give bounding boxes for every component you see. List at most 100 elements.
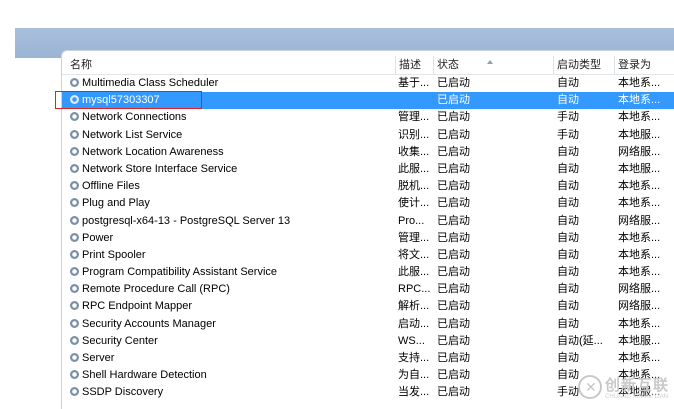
service-status-cell: 已启动 xyxy=(437,352,470,364)
column-header-name[interactable]: 名称 xyxy=(62,56,396,74)
service-name-text: Network List Service xyxy=(82,128,183,141)
service-startup-type-cell: 自动 xyxy=(557,162,579,175)
service-name-cell: Multimedia Class Scheduler xyxy=(70,75,400,92)
service-status-cell: 已启动 xyxy=(437,266,470,279)
service-startup-type-cell: 自动 xyxy=(557,77,579,89)
service-name-text: Remote Procedure Call (RPC) xyxy=(82,283,230,296)
service-name-text: Security Accounts Manager xyxy=(82,317,216,330)
service-logon-cell: 本地系... xyxy=(618,231,661,244)
service-row[interactable]: Network List Service 识别... 已启动 手动 本地服... xyxy=(62,127,674,144)
service-row[interactable]: postgresql-x64-13 - PostgreSQL Server 13… xyxy=(62,213,674,230)
service-startup-type-cell: 自动 xyxy=(557,180,579,193)
service-row[interactable]: Network Store Interface Service 此服... 已启动 自… xyxy=(62,161,674,178)
service-gear-icon xyxy=(70,353,79,362)
service-status-cell: 已启动 xyxy=(437,94,470,107)
service-logon-cell: 本地服... xyxy=(618,162,661,175)
service-status-cell: 已启动 xyxy=(437,145,470,158)
service-name-cell: Network List Service xyxy=(70,127,400,144)
service-startup-type-cell: 自动 xyxy=(557,352,579,364)
service-logon-cell: 本地系... xyxy=(618,111,661,124)
service-name-text: RPC Endpoint Mapper xyxy=(82,300,193,313)
service-status-cell: 已启动 xyxy=(437,248,470,261)
service-name-cell: RPC Endpoint Mapper xyxy=(70,298,400,315)
service-row[interactable]: Print Spooler 将文... 已启动 自动 本地系... xyxy=(62,247,674,264)
service-description-cell: 为自... xyxy=(398,369,430,382)
service-row[interactable]: Server 支持... 已启动 自动 本地系... xyxy=(62,350,674,367)
service-row[interactable]: Security Center WS... 已启动 自动(延... 本地服... xyxy=(62,333,674,350)
watermark: ✕ 创新互联 CHUANG XIN HU LIAN xyxy=(578,373,674,405)
service-status-cell: 已启动 xyxy=(437,214,470,227)
window-top-strip xyxy=(0,0,674,28)
service-logon-cell: 本地系... xyxy=(618,248,661,261)
service-row[interactable]: Program Compatibility Assistant Service 此… xyxy=(62,264,674,281)
service-description-cell: RPC... xyxy=(398,283,431,296)
service-name-cell: Remote Procedure Call (RPC) xyxy=(70,281,400,298)
service-logon-cell: 本地系... xyxy=(618,317,661,330)
service-logon-cell: 本地系... xyxy=(618,266,661,279)
service-row[interactable]: Network Connections 管理... 已启动 手动 本地系... xyxy=(62,109,674,126)
service-startup-type-cell: 自动 xyxy=(557,283,579,296)
column-header-logon-as[interactable]: 登录为 xyxy=(615,56,674,74)
service-status-cell: 已启动 xyxy=(437,283,470,296)
service-startup-type-cell: 自动 xyxy=(557,266,579,279)
service-description-cell: 使计... xyxy=(398,197,430,210)
service-logon-cell: 本地服... xyxy=(618,334,661,347)
service-status-cell: 已启动 xyxy=(437,231,470,244)
service-name-text: Network Store Interface Service xyxy=(82,162,238,175)
service-name-text: SSDP Discovery xyxy=(82,386,164,399)
service-startup-type-cell: 自动(延... xyxy=(557,334,603,347)
service-row[interactable]: Network Location Awareness 收集... 已启动 自动 网络服.… xyxy=(62,144,674,161)
service-gear-icon xyxy=(70,370,79,380)
service-row[interactable]: Security Accounts Manager 启动... 已启动 自动 本地系..… xyxy=(62,316,674,333)
service-startup-type-cell: 自动 xyxy=(557,231,579,244)
service-name-cell: Print Spooler xyxy=(70,247,400,264)
service-gear-icon xyxy=(70,181,79,191)
service-status-cell: 已启动 xyxy=(437,162,470,175)
service-name-text: Print Spooler xyxy=(82,248,146,261)
service-startup-type-cell: 自动 xyxy=(557,317,579,330)
service-status-cell: 已启动 xyxy=(437,317,470,330)
service-gear-icon xyxy=(70,163,79,173)
service-gear-icon xyxy=(70,387,79,397)
column-header-row: 名称 描述 状态 启动类型 登录为 xyxy=(62,56,674,75)
highlight-annotation-box xyxy=(55,91,202,109)
service-status-cell: 已启动 xyxy=(437,180,470,193)
service-name-text: Network Connections xyxy=(82,111,187,124)
service-row[interactable]: Power 管理... 已启动 自动 本地系... xyxy=(62,230,674,247)
column-header-startup-type[interactable]: 启动类型 xyxy=(554,56,615,74)
service-name-cell: SSDP Discovery xyxy=(70,384,400,401)
service-description-cell: 管理... xyxy=(398,231,430,244)
service-row[interactable]: Offline Files 脱机... 已启动 自动 本地系... xyxy=(62,178,674,195)
service-status-cell: 已启动 xyxy=(437,128,470,141)
service-status-cell: 已启动 xyxy=(437,334,470,347)
column-header-status[interactable]: 状态 xyxy=(434,56,554,74)
service-row[interactable]: Remote Procedure Call (RPC) RPC... 已启动 自动 网络… xyxy=(62,281,674,298)
service-gear-icon xyxy=(70,318,79,328)
service-description-cell: 基于... xyxy=(398,77,430,89)
service-startup-type-cell: 自动 xyxy=(557,197,579,210)
service-row[interactable]: Plug and Play 使计... 已启动 自动 本地系... xyxy=(62,195,674,212)
service-status-cell: 已启动 xyxy=(437,77,470,89)
service-description-cell: Pro... xyxy=(398,214,425,227)
service-gear-icon xyxy=(70,249,79,259)
service-logon-cell: 本地系... xyxy=(618,94,661,107)
service-description-cell: 将文... xyxy=(398,248,430,261)
service-status-cell: 已启动 xyxy=(437,300,470,313)
service-row[interactable]: RPC Endpoint Mapper 解析... 已启动 自动 网络服... xyxy=(62,298,674,315)
service-row[interactable]: Multimedia Class Scheduler 基于... 已启动 自动 本地系.… xyxy=(62,75,674,92)
service-gear-icon xyxy=(70,232,79,242)
watermark-subtext: CHUANG XIN HU LIAN xyxy=(605,394,669,400)
service-startup-type-cell: 手动 xyxy=(557,128,579,141)
service-description-cell: 此服... xyxy=(398,162,430,175)
watermark-text: 创新互联 xyxy=(605,377,670,394)
service-name-text: Offline Files xyxy=(82,180,140,193)
service-name-cell: Offline Files xyxy=(70,178,400,195)
service-gear-icon xyxy=(70,267,79,277)
service-name-text: Shell Hardware Detection xyxy=(82,369,207,382)
service-description-cell: 启动... xyxy=(398,317,430,330)
service-logon-cell: 网络服... xyxy=(618,214,661,227)
service-status-cell: 已启动 xyxy=(437,369,470,382)
column-header-description[interactable]: 描述 xyxy=(396,56,434,74)
service-name-text: Power xyxy=(82,231,114,244)
service-name-cell: Network Location Awareness xyxy=(70,144,400,161)
